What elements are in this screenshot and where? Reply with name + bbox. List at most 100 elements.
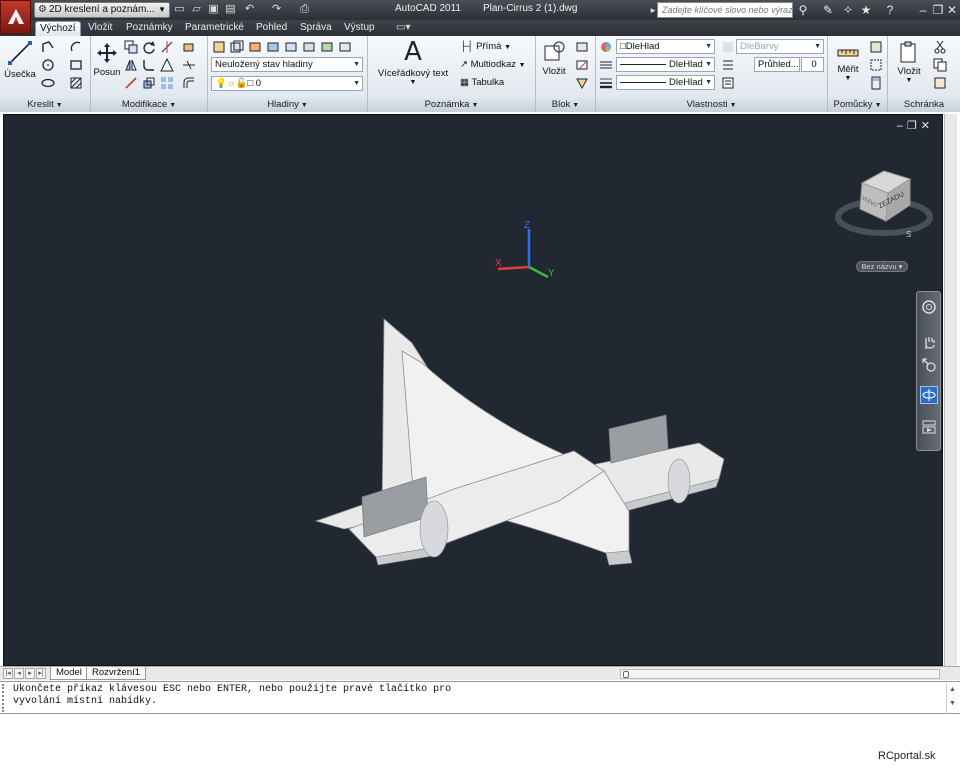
panel-title-vlastnosti[interactable]: Vlastnosti ▼ (596, 98, 827, 112)
lineweight-icon[interactable] (598, 75, 614, 91)
command-scrollbar[interactable]: ▲ ▼ (946, 683, 958, 713)
steering-wheel-icon[interactable] (920, 298, 938, 316)
tab-vystup[interactable]: Výstup (340, 21, 379, 36)
viewport-controls[interactable]: –❐✕ (897, 119, 934, 132)
tab-vychozi[interactable]: Výchozí (35, 21, 81, 36)
save-icon[interactable]: ▣ (207, 3, 220, 16)
search-icon[interactable]: ⚲ (795, 2, 811, 18)
rectangle-icon[interactable] (68, 57, 84, 73)
layer-match-icon[interactable] (319, 39, 335, 55)
close-button[interactable]: ✕ (945, 2, 959, 18)
polyline-icon[interactable] (40, 39, 56, 55)
tab-poznamky[interactable]: Poznámky (122, 21, 177, 36)
application-menu-button[interactable] (0, 0, 31, 34)
transparency-value[interactable]: 0 (801, 57, 824, 72)
break-icon[interactable] (181, 57, 197, 73)
command-line[interactable]: Ukončete příkaz klávesou ESC nebo ENTER,… (0, 681, 960, 714)
panel-title-kreslit[interactable]: Kreslit ▼ (0, 98, 90, 112)
list-properties-icon[interactable] (720, 75, 736, 91)
layer-properties-icon[interactable] (211, 39, 227, 55)
mtext-button[interactable]: A Víceřádkový text ▼ (374, 38, 452, 86)
stretch-icon[interactable] (123, 75, 139, 91)
showmotion-icon[interactable] (920, 418, 938, 436)
arc-icon[interactable] (68, 39, 84, 55)
minimize-button[interactable]: – (916, 2, 930, 18)
panel-title-modifikace[interactable]: Modifikace ▼ (91, 98, 207, 112)
close-icon[interactable]: ✕ (921, 120, 934, 132)
measure-button[interactable]: Měřit ▼ (831, 42, 865, 82)
communication-icon[interactable]: ✧ (840, 2, 856, 18)
panel-title-pomucky[interactable]: Pomůcky ▼ (828, 98, 887, 112)
orbit-icon[interactable] (920, 386, 938, 404)
last-tab-icon[interactable]: ▸| (36, 668, 46, 679)
paste-button[interactable]: Vložit ▼ (892, 40, 926, 84)
vertical-scrollbar[interactable] (944, 114, 957, 667)
next-tab-icon[interactable]: ▸ (25, 668, 35, 679)
tab-parametricke[interactable]: Parametrické (181, 21, 248, 36)
fillet-icon[interactable] (141, 57, 157, 73)
prev-tab-icon[interactable]: ◂ (14, 668, 24, 679)
scale-icon[interactable] (141, 75, 157, 91)
tab-pohled[interactable]: Pohled (252, 21, 291, 36)
first-tab-icon[interactable]: |◂ (3, 668, 13, 679)
minimize-icon[interactable]: – (897, 120, 907, 132)
layer-freeze-icon[interactable] (283, 39, 299, 55)
table-button[interactable]: ▦ Tabulka (460, 77, 504, 88)
copy-base-icon[interactable] (932, 75, 948, 91)
tab-extra-icon[interactable]: ▭▾ (392, 21, 414, 36)
calculator-icon[interactable] (868, 75, 884, 91)
copy-clip-icon[interactable] (932, 57, 948, 73)
transparency-field[interactable]: Průhled... (754, 57, 800, 72)
array-icon[interactable] (159, 75, 175, 91)
pan-hand-icon[interactable] (920, 334, 938, 352)
save-as-icon[interactable]: ▤ (224, 3, 237, 16)
mirror-icon[interactable] (123, 57, 139, 73)
help-icon[interactable]: ? (882, 2, 898, 18)
insert-block-button[interactable]: Vložit (538, 40, 570, 77)
offset-icon[interactable] (181, 75, 197, 91)
layer-states-icon[interactable] (229, 39, 245, 55)
match-properties-icon[interactable] (598, 39, 614, 55)
tab-rozvrzeni1[interactable]: Rozvržení1 (86, 667, 147, 680)
restore-button[interactable]: ❐ (931, 2, 945, 18)
viewcube[interactable]: ZEZADU VLEVO S (834, 165, 934, 245)
linetype-icon[interactable] (598, 57, 614, 73)
horizontal-scrollbar[interactable] (620, 669, 940, 679)
zoom-icon[interactable] (920, 356, 938, 374)
edit-attributes-icon[interactable] (574, 75, 590, 91)
layer-state-dropdown[interactable]: Neuložený stav hladiny ▼ (211, 57, 363, 72)
create-block-icon[interactable] (574, 39, 590, 55)
linear-dimension-button[interactable]: ├┤ Přímá ▼ (460, 41, 511, 52)
move-button[interactable]: Posun (92, 41, 122, 78)
layer-previous-icon[interactable] (337, 39, 353, 55)
list-icon[interactable] (720, 57, 736, 73)
airplane-3d-model[interactable] (304, 311, 744, 591)
multileader-button[interactable]: ↗ Multiodkaz ▼ (460, 59, 526, 70)
lineweight-dropdown[interactable]: DleHlad ▼ (616, 75, 715, 90)
panel-title-poznamka[interactable]: Poznámka ▼ (368, 98, 535, 112)
rotate-icon[interactable] (141, 39, 157, 55)
new-icon[interactable]: ▭ (173, 3, 186, 16)
redo-icon[interactable]: ↷ (270, 3, 283, 16)
cut-icon[interactable] (932, 39, 948, 55)
panel-title-blok[interactable]: Blok ▼ (536, 98, 595, 112)
undo-icon[interactable]: ↶ (243, 3, 256, 16)
tab-model[interactable]: Model (50, 667, 88, 680)
layer-unisolate-icon[interactable] (265, 39, 281, 55)
keyword-search-input[interactable]: Zadejte klíčové slovo nebo výraz. (657, 2, 793, 18)
current-layer-dropdown[interactable]: 💡☼🔓□ 0 ▼ (211, 76, 363, 91)
panel-title-hladiny[interactable]: Hladiny ▼ (208, 98, 367, 112)
linetype-dropdown[interactable]: DleHlad ▼ (616, 57, 715, 72)
line-button[interactable]: Úsečka (3, 39, 37, 80)
ellipse-icon[interactable] (40, 75, 56, 91)
command-line-grip[interactable] (2, 684, 10, 712)
scrollbar-thumb[interactable] (623, 671, 629, 678)
drawing-viewport[interactable]: –❐✕ Z X Y ZEZADU VLEVO S Bez názvu ▾ (3, 114, 943, 666)
explode-icon[interactable] (159, 57, 175, 73)
color-dropdown[interactable]: □DleHlad ▼ (616, 39, 715, 54)
subscription-icon[interactable]: ✎ (820, 2, 836, 18)
copy-icon[interactable] (123, 39, 139, 55)
layer-off-icon[interactable] (301, 39, 317, 55)
erase-icon[interactable] (181, 39, 197, 55)
restore-icon[interactable]: ❐ (907, 120, 921, 132)
